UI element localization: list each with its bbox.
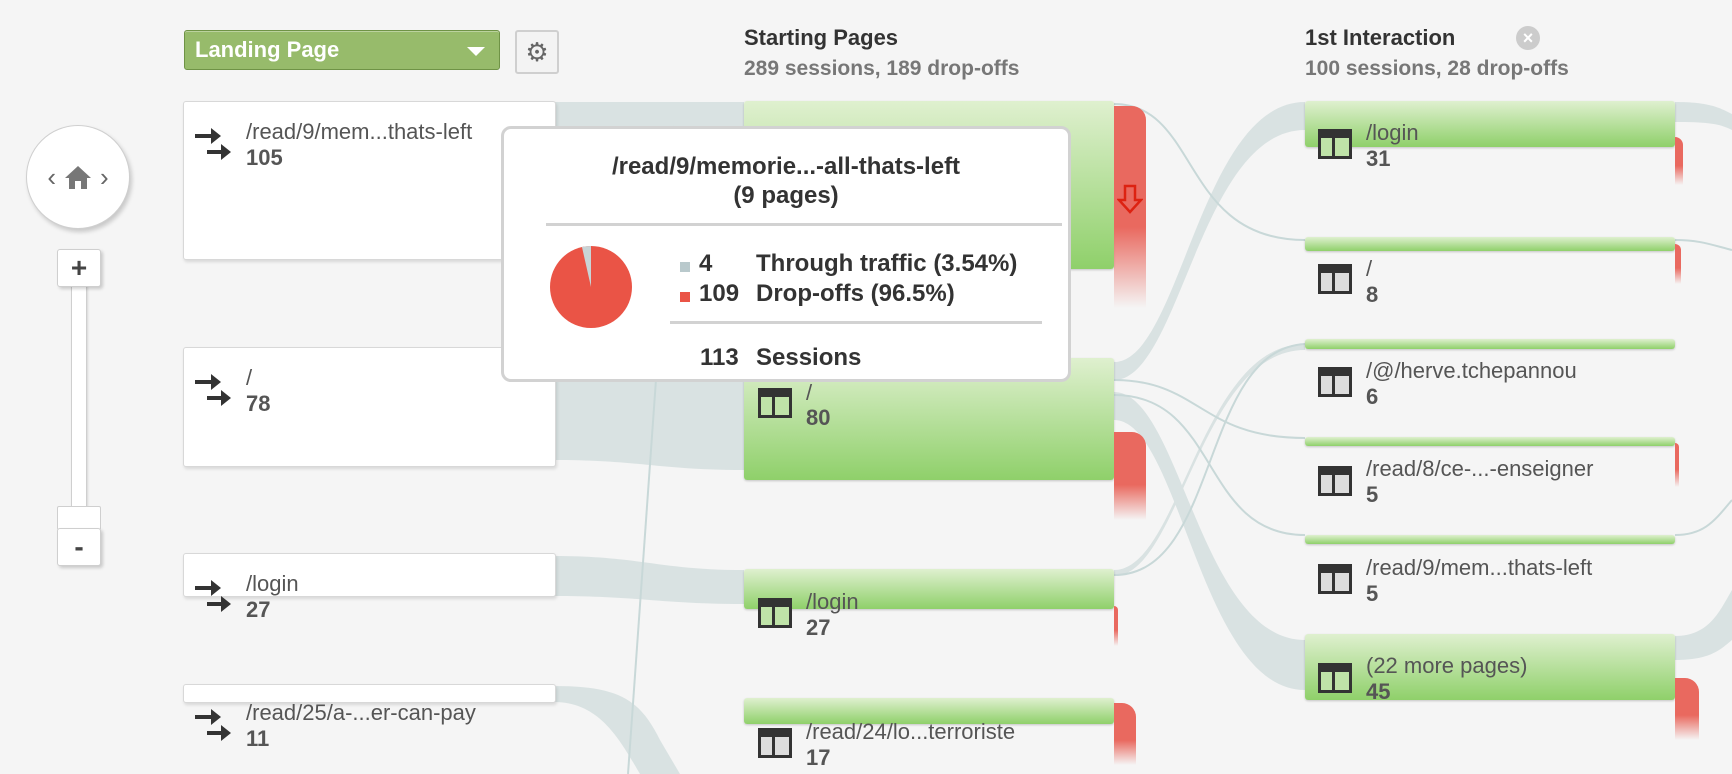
flow-landing-4 <box>554 686 680 774</box>
tooltip-title: /read/9/memorie...-all-thats-left <box>611 153 961 180</box>
page-icon <box>1318 564 1352 594</box>
page-icon <box>1318 264 1352 294</box>
through-label: Through traffic (3.54%) <box>756 250 1018 277</box>
first-interaction-subtitle: 100 sessions, 28 drop-offs <box>1305 57 1569 80</box>
page-icon <box>1318 367 1352 397</box>
landing-label: /read/9/mem...thats-left <box>246 119 473 144</box>
interaction-label: /read/9/mem...thats-left <box>1366 555 1593 580</box>
interaction-node[interactable] <box>1305 437 1675 446</box>
entrance-arrow-icon <box>195 580 231 612</box>
dropdown-label: Landing Page <box>195 37 340 62</box>
drop-count: 109 <box>699 280 740 307</box>
legend-drop-swatch <box>680 292 690 302</box>
landing-label: /read/25/a-...er-can-pay <box>246 700 476 725</box>
page-icon <box>1318 129 1352 159</box>
interaction-count: 8 <box>1366 282 1379 307</box>
home-icon[interactable] <box>64 164 92 190</box>
entrance-arrow-icon <box>195 709 231 741</box>
legend-through-swatch <box>680 262 690 272</box>
landing-count: 27 <box>246 597 271 622</box>
interaction-node[interactable] <box>1305 101 1675 147</box>
zoom-slider-track[interactable] <box>71 280 87 517</box>
interaction-node[interactable] <box>1305 339 1675 349</box>
pan-control[interactable]: ‹ › <box>26 125 130 229</box>
tooltip-divider <box>670 321 1042 324</box>
drop-off-bar[interactable] <box>1675 244 1681 284</box>
landing-count: 11 <box>246 726 270 751</box>
settings-button[interactable]: ⚙ <box>515 30 559 74</box>
landing-count: 105 <box>246 145 283 170</box>
drop-off-bar[interactable] <box>1114 703 1136 765</box>
drop-off-arrow-icon <box>1117 184 1143 214</box>
entrance-arrow-icon <box>195 128 231 160</box>
total-count: 113 <box>700 344 739 371</box>
starting-pages-title: Starting Pages <box>744 25 899 50</box>
page-icon <box>1318 466 1352 496</box>
page-icon <box>758 598 792 628</box>
starting-label: /read/24/lo...terroriste <box>806 719 1016 744</box>
starting-node[interactable] <box>744 569 1114 609</box>
pan-right-icon[interactable]: › <box>100 162 109 193</box>
interaction-label: /@/herve.tchepannou <box>1366 358 1577 383</box>
first-interaction-title: 1st Interaction <box>1305 25 1456 50</box>
flow-landing-3 <box>554 556 744 604</box>
drop-off-bar[interactable] <box>1675 137 1683 185</box>
close-icon[interactable]: × <box>1516 26 1540 50</box>
starting-pages-subtitle: 289 sessions, 189 drop-offs <box>744 57 1020 80</box>
zoom-out-button[interactable]: - <box>57 528 101 566</box>
interaction-count: 31 <box>1366 146 1391 171</box>
drop-label: Drop-offs (96.5%) <box>756 280 955 307</box>
interaction-label: / <box>1366 256 1373 281</box>
traffic-pie-chart <box>550 246 632 328</box>
starting-count: 17 <box>806 745 831 770</box>
interaction-count: 6 <box>1366 384 1379 409</box>
chevron-down-icon <box>467 47 485 56</box>
node-tooltip: /read/9/memorie...-all-thats-left (9 pag… <box>501 126 1071 382</box>
flow-right-1 <box>1675 102 1732 130</box>
through-count: 4 <box>699 250 713 277</box>
dimension-dropdown[interactable]: Landing Page <box>184 30 500 70</box>
drop-off-bar[interactable] <box>1114 606 1118 646</box>
landing-count: 78 <box>246 391 271 416</box>
starting-label: / <box>806 380 813 405</box>
tooltip-divider <box>546 223 1062 226</box>
drop-off-bar[interactable] <box>1675 443 1679 487</box>
pan-left-icon[interactable]: ‹ <box>47 162 56 193</box>
interaction-count: 45 <box>1366 679 1391 704</box>
interaction-node[interactable] <box>1305 535 1675 544</box>
landing-label: / <box>246 365 253 390</box>
total-label: Sessions <box>756 344 862 371</box>
tooltip-subtitle: (9 pages) <box>733 182 839 209</box>
flow-right-2 <box>1675 590 1732 660</box>
drop-off-bar[interactable] <box>1114 432 1146 520</box>
landing-label: /login <box>246 571 299 596</box>
page-icon <box>758 388 792 418</box>
interaction-count: 5 <box>1366 482 1379 507</box>
starting-count: 80 <box>806 405 831 430</box>
interaction-label: /read/8/ce-...-enseigner <box>1366 456 1594 481</box>
page-icon <box>1318 663 1352 693</box>
interaction-label: (22 more pages) <box>1366 653 1528 678</box>
interaction-label: /login <box>1366 120 1419 145</box>
interaction-count: 5 <box>1366 581 1379 606</box>
zoom-slider-thumb[interactable] <box>57 506 101 530</box>
entrance-arrow-icon <box>195 374 231 406</box>
gear-icon: ⚙ <box>525 36 549 67</box>
starting-label: /login <box>806 589 859 614</box>
drop-off-bar[interactable] <box>1675 678 1699 740</box>
zoom-in-button[interactable]: + <box>57 249 101 287</box>
starting-count: 27 <box>806 615 831 640</box>
landing-node[interactable] <box>183 553 556 597</box>
page-icon <box>758 728 792 758</box>
interaction-node[interactable] <box>1305 237 1675 251</box>
flow-line-6 <box>1674 239 1732 251</box>
flow-line-7 <box>1674 499 1732 536</box>
